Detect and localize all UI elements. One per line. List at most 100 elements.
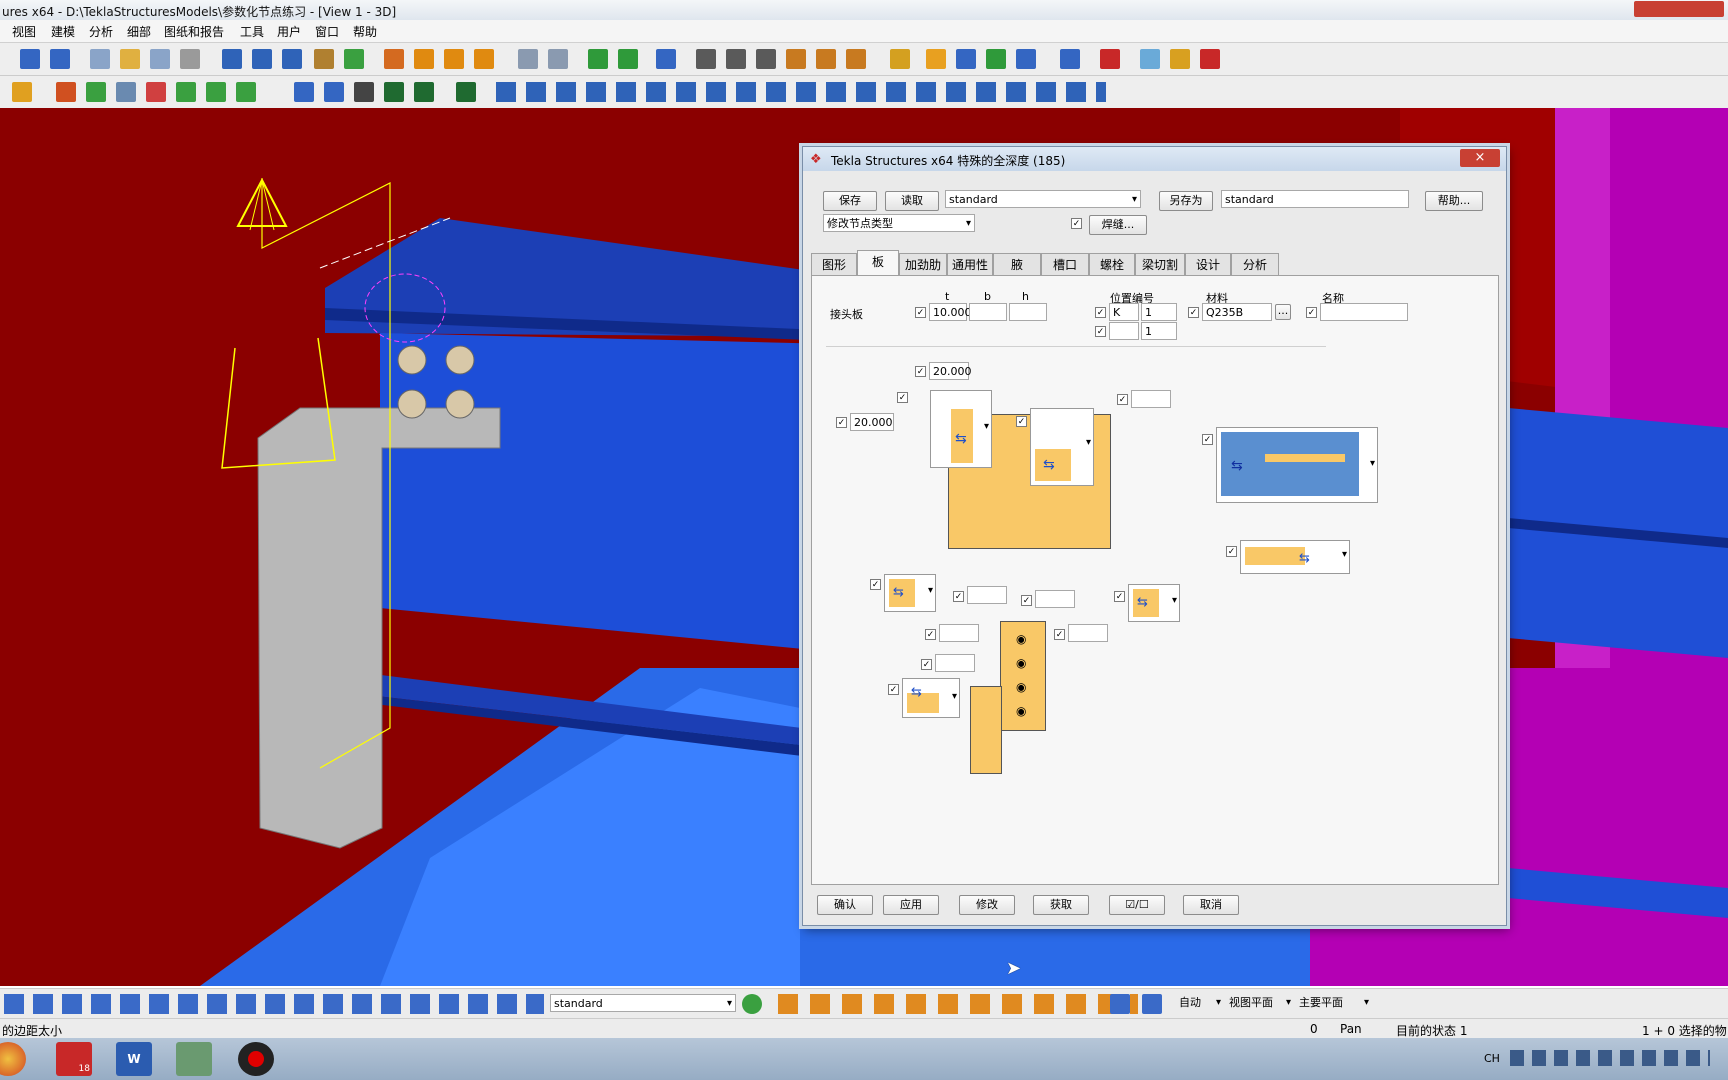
- select-box-icon[interactable]: [344, 49, 364, 69]
- numbering-icon[interactable]: [956, 49, 976, 69]
- undo-icon[interactable]: [20, 49, 40, 69]
- top-corner-selector[interactable]: ⇆ ▾: [884, 574, 936, 612]
- snap-switches[interactable]: [778, 994, 1138, 1014]
- tab-beam-cut[interactable]: 梁切割: [1135, 253, 1185, 275]
- menu-analysis[interactable]: 分析: [89, 23, 113, 40]
- system-tray-icons[interactable]: [1510, 1050, 1710, 1066]
- weld-button[interactable]: 焊缝...: [1089, 215, 1147, 235]
- ok-button[interactable]: 确认: [817, 895, 873, 915]
- right-corner-checkbox[interactable]: ✓: [1114, 591, 1125, 602]
- material-field[interactable]: Q235B: [1202, 303, 1272, 321]
- tab-plates[interactable]: 板: [857, 250, 899, 276]
- tekla-taskbar-icon[interactable]: 18: [56, 1042, 92, 1076]
- arc-icon[interactable]: [816, 49, 836, 69]
- chamfer-size-checkbox[interactable]: ✓: [1117, 394, 1128, 405]
- left-dim-field[interactable]: 20.000: [850, 413, 894, 431]
- plate-t-checkbox[interactable]: ✓: [915, 307, 926, 318]
- plate-icon[interactable]: [12, 82, 32, 102]
- selection-switches[interactable]: [4, 994, 544, 1014]
- dim-b-field[interactable]: [1035, 590, 1075, 608]
- close-button[interactable]: ×: [1460, 149, 1500, 167]
- get-button[interactable]: 获取: [1033, 895, 1089, 915]
- settings-icon[interactable]: [1200, 49, 1220, 69]
- video-icon[interactable]: [176, 1042, 212, 1076]
- dim-a-field[interactable]: [967, 586, 1007, 604]
- window-controls[interactable]: [1634, 1, 1724, 17]
- dim-a-checkbox[interactable]: ✓: [953, 591, 964, 602]
- load-button[interactable]: 读取: [885, 191, 939, 211]
- tab-haunch[interactable]: 腋: [993, 253, 1041, 275]
- plane-select[interactable]: 视图平面: [1226, 994, 1294, 1012]
- angle-icon[interactable]: [786, 49, 806, 69]
- tab-analysis[interactable]: 分析: [1231, 253, 1279, 275]
- measure-icon[interactable]: [756, 49, 776, 69]
- haunch-shape-selector[interactable]: ⇆ ▾: [1240, 540, 1350, 574]
- corner-checkbox[interactable]: ✓: [897, 392, 908, 403]
- list-icon[interactable]: [282, 49, 302, 69]
- arrow-right2-icon[interactable]: [414, 82, 434, 102]
- connection-shortcuts[interactable]: [496, 82, 1106, 102]
- copy-icon[interactable]: [90, 49, 110, 69]
- pin-icon[interactable]: [890, 49, 910, 69]
- report-icon[interactable]: [1060, 49, 1080, 69]
- dimension2-icon[interactable]: [726, 49, 746, 69]
- pos-start2-field[interactable]: 1: [1141, 322, 1177, 340]
- dimension-icon[interactable]: [696, 49, 716, 69]
- plane-icon[interactable]: [414, 49, 434, 69]
- start-icon[interactable]: [0, 1042, 26, 1076]
- open-icon[interactable]: [120, 49, 140, 69]
- clash-icon[interactable]: [986, 49, 1006, 69]
- haunch-checkbox[interactable]: ✓: [1226, 546, 1237, 557]
- right-corner-selector[interactable]: ⇆ ▾: [1128, 584, 1180, 622]
- pos-prefix-field[interactable]: K: [1109, 303, 1139, 321]
- bend-icon[interactable]: [146, 82, 166, 102]
- filter-icon[interactable]: [742, 994, 762, 1014]
- record-icon[interactable]: [238, 1042, 274, 1076]
- help-button[interactable]: 帮助...: [1425, 191, 1483, 211]
- cancel-button[interactable]: 取消: [1183, 895, 1239, 915]
- chamfer-size-field[interactable]: [1131, 390, 1171, 408]
- bottom-corner-checkbox[interactable]: ✓: [888, 684, 899, 695]
- weld-checkbox[interactable]: ✓: [1071, 218, 1082, 229]
- detail-icon[interactable]: [176, 82, 196, 102]
- dim-e-checkbox[interactable]: ✓: [921, 659, 932, 670]
- dim-e-field[interactable]: [935, 654, 975, 672]
- phase-icon[interactable]: [588, 49, 608, 69]
- column-icon[interactable]: [56, 82, 76, 102]
- toggle-all-button[interactable]: ☑/☐: [1109, 895, 1165, 915]
- menu-drawings-reports[interactable]: 图纸和报告: [164, 23, 224, 40]
- top-corner-checkbox[interactable]: ✓: [870, 579, 881, 590]
- component-icon[interactable]: [236, 82, 256, 102]
- menu-tools[interactable]: 工具: [240, 23, 264, 40]
- pos-prefix-checkbox[interactable]: ✓: [1095, 307, 1106, 318]
- refresh-icon[interactable]: [1170, 49, 1190, 69]
- tab-notch[interactable]: 槽口: [1041, 253, 1089, 275]
- grid-window-icon[interactable]: [252, 49, 272, 69]
- xyz-icon[interactable]: [384, 49, 404, 69]
- organizer-icon[interactable]: [926, 49, 946, 69]
- clipboard-icon[interactable]: [180, 49, 200, 69]
- beam-orientation-checkbox[interactable]: ✓: [1202, 434, 1213, 445]
- snap-icon[interactable]: [324, 82, 344, 102]
- preset-select[interactable]: standard: [945, 190, 1141, 209]
- menu-detailing[interactable]: 细部: [127, 23, 151, 40]
- redo-icon[interactable]: [50, 49, 70, 69]
- dim-d-checkbox[interactable]: ✓: [1054, 629, 1065, 640]
- scissors-icon[interactable]: [314, 49, 334, 69]
- save-as-button[interactable]: 另存为: [1159, 191, 1213, 211]
- material-checkbox[interactable]: ✓: [1188, 307, 1199, 318]
- pos-prefix2-checkbox[interactable]: ✓: [1095, 326, 1106, 337]
- save-button[interactable]: 保存: [823, 191, 877, 211]
- plane-view-icon[interactable]: [1142, 994, 1162, 1014]
- pos-start-field[interactable]: 1: [1141, 303, 1177, 321]
- chamfer-shape-selector[interactable]: ⇆ ▾: [1030, 408, 1094, 486]
- save-as-name-field[interactable]: standard: [1221, 190, 1409, 208]
- measure-bolt-icon[interactable]: [846, 49, 866, 69]
- plate-t-field[interactable]: 10.000: [929, 303, 972, 321]
- snap-mode-select[interactable]: 自动: [1176, 994, 1224, 1012]
- forward-icon[interactable]: [1140, 49, 1160, 69]
- binoculars-icon[interactable]: [354, 82, 374, 102]
- pos-prefix2-field[interactable]: [1109, 322, 1139, 340]
- menu-view[interactable]: 视图: [12, 23, 36, 40]
- name-field[interactable]: [1320, 303, 1408, 321]
